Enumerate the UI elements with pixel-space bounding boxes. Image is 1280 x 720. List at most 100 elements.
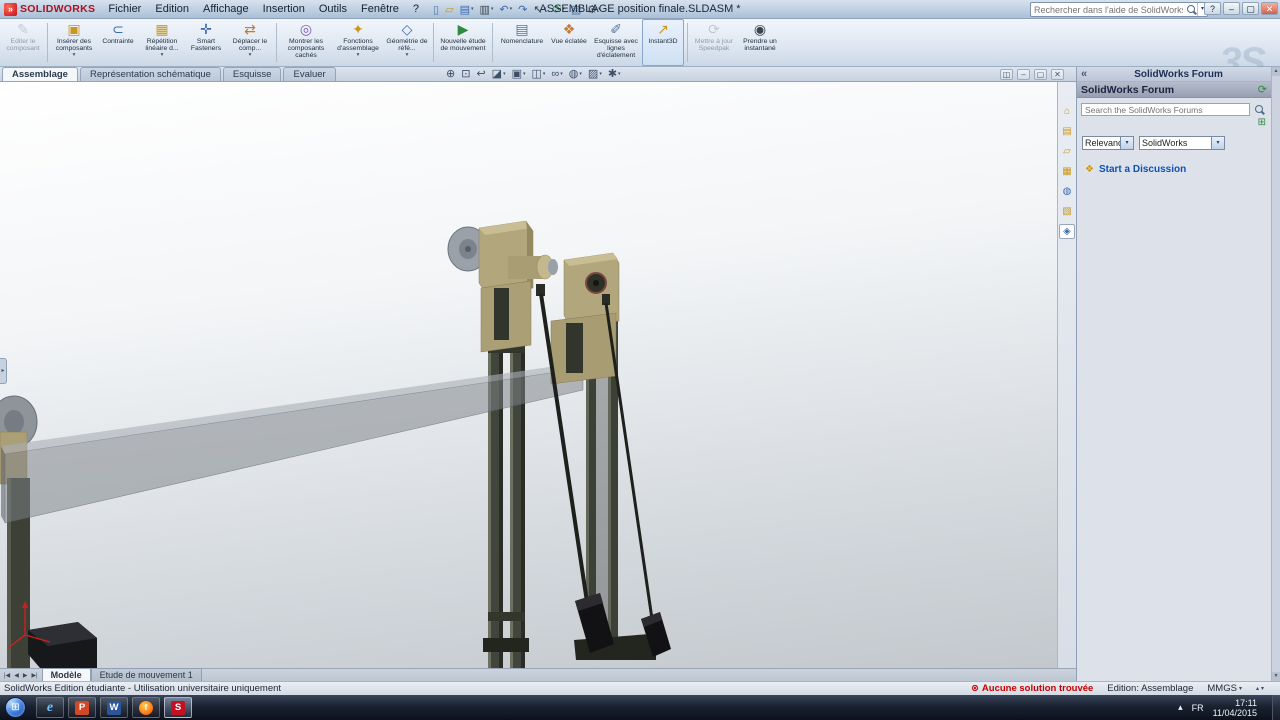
zoom-fit-button[interactable]: ⊕ bbox=[446, 68, 455, 81]
file-explorer-tab[interactable]: ▱ bbox=[1059, 144, 1075, 159]
start-button[interactable]: ⊞ bbox=[5, 697, 26, 718]
menu-aide[interactable]: ? bbox=[406, 0, 426, 19]
task-pane-scrollbar[interactable]: ▲ ▼ bbox=[1271, 67, 1280, 681]
language-indicator[interactable]: FR bbox=[1192, 703, 1204, 713]
design-library-tab[interactable]: ▤ bbox=[1059, 124, 1075, 139]
collapse-pane-button[interactable]: « bbox=[1077, 67, 1091, 81]
search-icon[interactable] bbox=[1186, 4, 1197, 15]
menu-fenetre[interactable]: Fenêtre bbox=[354, 0, 406, 19]
chevron-down-icon[interactable]: ▾ bbox=[357, 52, 360, 58]
menu-affichage[interactable]: Affichage bbox=[196, 0, 256, 19]
start-discussion-link[interactable]: Start a Discussion bbox=[1099, 164, 1186, 175]
last-tab-button[interactable]: ▶| bbox=[30, 672, 38, 679]
taskbar-solidworks[interactable]: S bbox=[164, 697, 192, 718]
scope-dropdown[interactable]: SolidWorks ▾ bbox=[1139, 136, 1225, 150]
display-style-button[interactable]: ◫ ▾ bbox=[532, 68, 546, 81]
ribbon-button-instant3d[interactable]: ↗ Instant3D bbox=[642, 19, 684, 66]
taskbar-internet-explorer[interactable]: e bbox=[36, 697, 64, 718]
save-icon[interactable]: ▤ ▾ bbox=[458, 1, 476, 17]
open-file-icon[interactable]: ▱ bbox=[443, 1, 455, 17]
ribbon-button-geometrie-de-reference[interactable]: ◇ Géométrie de réfé... ▾ bbox=[384, 19, 430, 66]
chevron-down-icon[interactable]: ▾ bbox=[73, 52, 76, 58]
menu-fichier[interactable]: Fichier bbox=[101, 0, 148, 19]
menu-outils[interactable]: Outils bbox=[312, 0, 354, 19]
menu-insertion[interactable]: Insertion bbox=[256, 0, 312, 19]
maximize-button[interactable]: ▢ bbox=[1242, 2, 1259, 15]
view-palette-tab[interactable]: ▦ bbox=[1059, 164, 1075, 179]
chevron-down-icon[interactable]: ▾ bbox=[406, 52, 409, 58]
menu-edition[interactable]: Edition bbox=[148, 0, 196, 19]
ribbon-button-repetition-lineaire[interactable]: ▦ Répétition linéaire d... ▾ bbox=[139, 19, 185, 66]
doc-restore-button[interactable]: ▢ bbox=[1034, 69, 1047, 80]
show-desktop-button[interactable] bbox=[1272, 695, 1280, 720]
zoom-area-button[interactable]: ⊡ bbox=[461, 68, 470, 81]
ribbon-button-esquisse-lignes-eclatement[interactable]: ✐ Esquisse avec lignes d'éclatement bbox=[590, 19, 642, 66]
sort-dropdown[interactable]: Relevance ▾ bbox=[1082, 136, 1134, 150]
apply-scene-button[interactable]: ▨ ▾ bbox=[588, 68, 602, 81]
new-file-icon[interactable]: ▯ bbox=[431, 1, 441, 17]
scroll-down-button[interactable]: ▼ bbox=[1272, 672, 1280, 681]
help-button[interactable]: ? bbox=[1204, 2, 1221, 15]
hidden-icons-button[interactable]: ▴ bbox=[1178, 702, 1183, 713]
minimize-button[interactable]: – bbox=[1223, 2, 1240, 15]
doc-close-button[interactable]: ✕ bbox=[1051, 69, 1064, 80]
taskbar-powerpoint[interactable]: P bbox=[68, 697, 96, 718]
feature-tree-flyout-handle[interactable]: ▸ bbox=[0, 358, 7, 384]
chevron-down-icon[interactable]: ▾ bbox=[161, 52, 164, 58]
view-settings-button[interactable]: ✱ ▾ bbox=[608, 68, 621, 81]
ribbon-button-prendre-un-instantane[interactable]: ◉ Prendre un instantané bbox=[737, 19, 783, 66]
graphics-viewport[interactable]: ▸ bbox=[0, 82, 1057, 668]
taskbar-firefox[interactable]: f bbox=[132, 697, 160, 718]
appearances-scenes-tab[interactable]: ◍ bbox=[1059, 184, 1075, 199]
units-selector[interactable]: MMGS ▾ bbox=[1207, 683, 1242, 694]
ribbon-button-nouvelle-etude-de-mouvement[interactable]: ▶ Nouvelle étude de mouvement bbox=[437, 19, 489, 66]
ribbon-button-contrainte[interactable]: ⊂ Contrainte bbox=[97, 19, 139, 66]
refresh-icon[interactable]: ⟳ bbox=[1258, 83, 1267, 96]
print-icon[interactable]: ▥ ▾ bbox=[478, 1, 496, 17]
expand-up-button[interactable]: ▴ bbox=[1256, 685, 1259, 692]
solidworks-forum-tab[interactable]: ◈ bbox=[1059, 224, 1075, 239]
tab-etude-de-mouvement-1[interactable]: Etude de mouvement 1 bbox=[90, 668, 202, 681]
undo-icon[interactable]: ↶ ▾ bbox=[497, 1, 514, 17]
custom-properties-tab[interactable]: ▧ bbox=[1059, 204, 1075, 219]
ribbon-button-editer-le-composant[interactable]: ✎ Editer le composant bbox=[2, 19, 44, 66]
scroll-up-button[interactable]: ▲ bbox=[1272, 67, 1280, 76]
edit-appearance-button[interactable]: ◍ ▾ bbox=[569, 68, 582, 81]
section-view-button[interactable]: ◪ ▾ bbox=[492, 68, 506, 81]
tab-assemblage[interactable]: Assemblage bbox=[2, 67, 78, 81]
expand-down-button[interactable]: ▾ bbox=[1261, 685, 1264, 692]
chevron-down-icon[interactable]: ▾ bbox=[1120, 137, 1133, 149]
help-search-input[interactable] bbox=[1031, 4, 1186, 15]
ribbon-button-montrer-composants-caches[interactable]: ◎ Montrer les composants cachés bbox=[280, 19, 332, 66]
forum-new-post-icon[interactable]: ⊞ bbox=[1258, 118, 1266, 128]
help-search-box[interactable]: ▾ bbox=[1030, 2, 1208, 17]
tab-representation-schematique[interactable]: Représentation schématique bbox=[79, 67, 221, 81]
solidworks-resources-tab[interactable]: ⌂ bbox=[1059, 104, 1075, 119]
close-button[interactable]: ✕ bbox=[1261, 2, 1278, 15]
forum-search-input[interactable] bbox=[1081, 103, 1250, 116]
forum-search-button[interactable] bbox=[1252, 103, 1266, 116]
next-tab-button[interactable]: ▶ bbox=[22, 672, 29, 679]
chevron-down-icon[interactable]: ▾ bbox=[1211, 137, 1224, 149]
split-view-button[interactable]: ◫ bbox=[1000, 69, 1013, 80]
previous-tab-button[interactable]: ◀ bbox=[13, 672, 20, 679]
ribbon-button-inserer-des-composants[interactable]: ▣ Insérer des composants ▾ bbox=[51, 19, 97, 66]
ribbon-button-vue-eclatee[interactable]: ❖ Vue éclatée bbox=[548, 19, 590, 66]
chevron-down-icon[interactable]: ▾ bbox=[249, 52, 252, 58]
redo-icon[interactable]: ↷ bbox=[516, 1, 529, 17]
tab-modele[interactable]: Modèle bbox=[41, 668, 91, 681]
clock[interactable]: 17:11 11/04/2015 bbox=[1213, 698, 1257, 718]
previous-view-button[interactable]: ↩ bbox=[476, 68, 485, 81]
doc-minimize-button[interactable]: – bbox=[1017, 69, 1030, 80]
assembly-3d-model[interactable] bbox=[0, 82, 1057, 668]
ribbon-button-nomenclature[interactable]: ▤ Nomenclature bbox=[496, 19, 548, 66]
ribbon-button-mettre-a-jour-speedpak[interactable]: ⟳ Mettre à jour Speedpak bbox=[691, 19, 737, 66]
view-orientation-button[interactable]: ▣ ▾ bbox=[512, 68, 526, 81]
first-tab-button[interactable]: |◀ bbox=[3, 672, 11, 679]
tab-evaluer[interactable]: Evaluer bbox=[283, 67, 336, 81]
hide-show-items-button[interactable]: ∞ ▾ bbox=[551, 68, 562, 81]
ribbon-button-deplacer-le-composant[interactable]: ⇄ Déplacer le comp... ▾ bbox=[227, 19, 273, 66]
taskbar-word[interactable]: W bbox=[100, 697, 128, 718]
ribbon-button-smart-fasteners[interactable]: ✛ Smart Fasteners bbox=[185, 19, 227, 66]
ribbon-button-fonctions-assemblage[interactable]: ✦ Fonctions d'assemblage ▾ bbox=[332, 19, 384, 66]
